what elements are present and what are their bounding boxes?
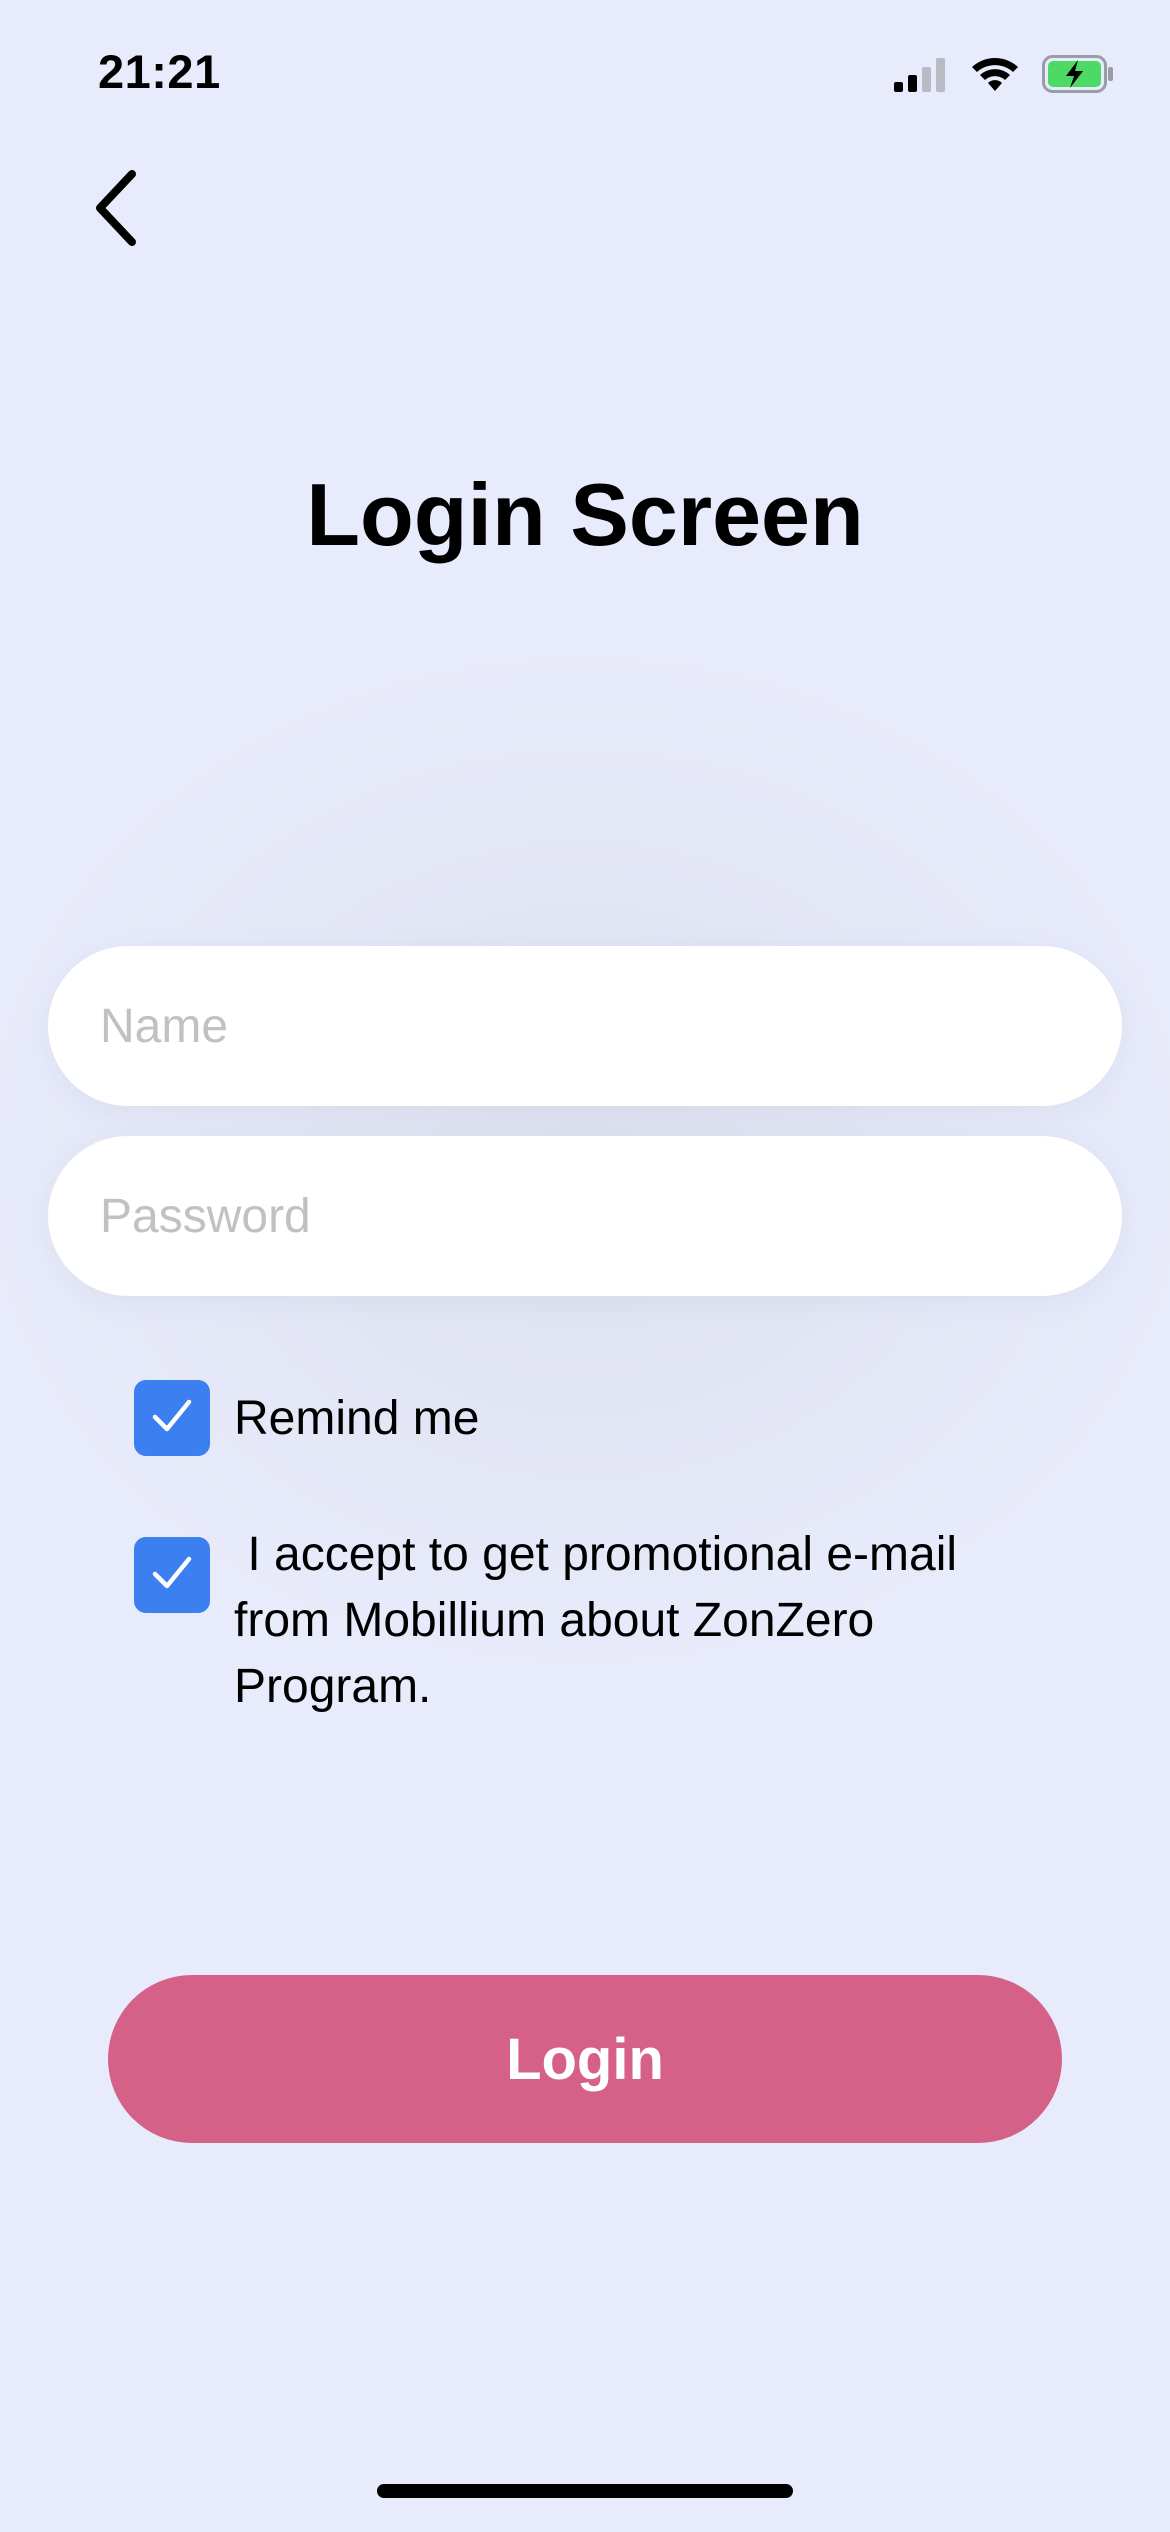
page-title: Login Screen bbox=[306, 465, 864, 564]
name-field[interactable] bbox=[48, 946, 1122, 1106]
remind-me-label[interactable]: Remind me bbox=[234, 1386, 479, 1452]
status-time: 21:21 bbox=[98, 45, 221, 98]
promo-consent-label[interactable]: I accept to get promotional e-mail from … bbox=[234, 1522, 1054, 1720]
status-icons bbox=[894, 54, 1114, 98]
checkmark-icon bbox=[150, 1554, 194, 1597]
password-field[interactable] bbox=[48, 1136, 1122, 1296]
cellular-signal-icon bbox=[894, 56, 948, 97]
wifi-icon bbox=[970, 55, 1020, 98]
chevron-left-icon bbox=[90, 168, 140, 253]
promo-consent-checkbox[interactable] bbox=[134, 1537, 210, 1613]
password-input[interactable] bbox=[98, 1187, 1072, 1245]
back-button[interactable] bbox=[70, 160, 160, 260]
checkmark-icon bbox=[150, 1397, 194, 1440]
name-input[interactable] bbox=[98, 997, 1072, 1055]
battery-charging-icon bbox=[1042, 54, 1114, 98]
home-indicator bbox=[377, 2484, 793, 2498]
login-button[interactable]: Login bbox=[108, 1975, 1062, 2143]
status-bar: 21:21 bbox=[0, 0, 1170, 150]
remind-me-checkbox[interactable] bbox=[134, 1380, 210, 1456]
